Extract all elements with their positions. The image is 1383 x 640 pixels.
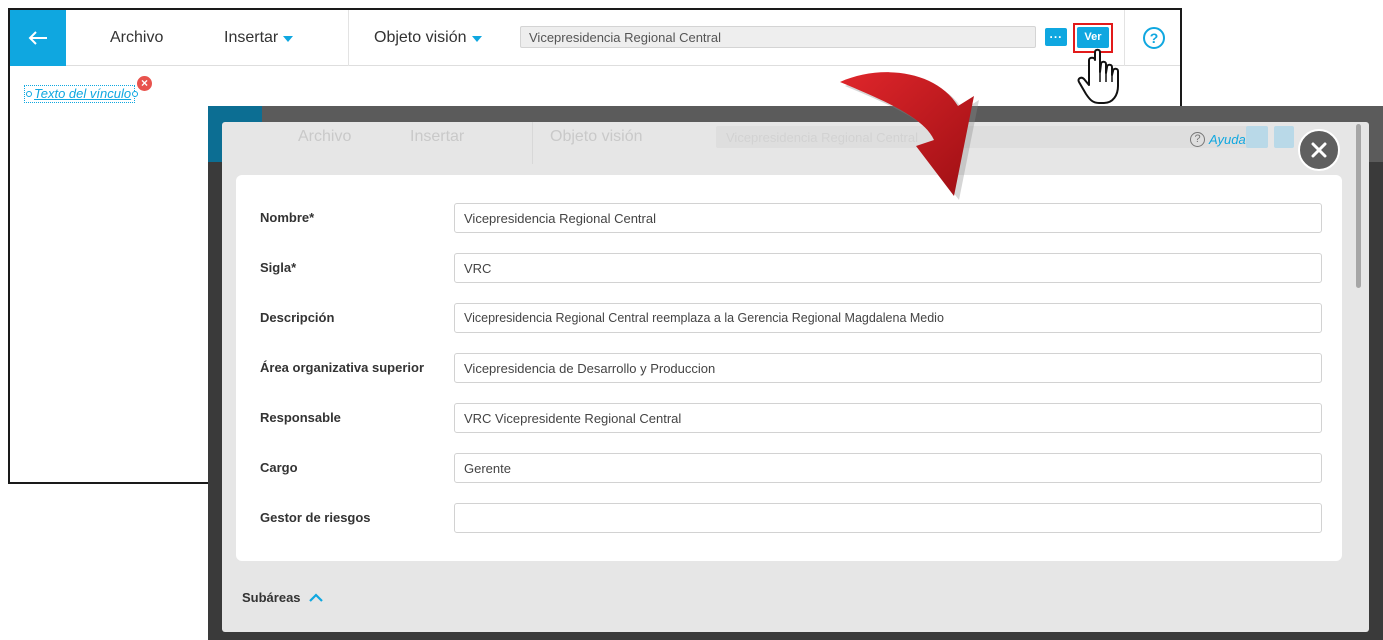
- dimmed-more-button: [1246, 126, 1268, 148]
- link-element-text: Texto del vínculo: [34, 86, 132, 101]
- field-label: Cargo: [260, 460, 298, 475]
- form-row-cargo: Cargo Gerente: [260, 453, 1326, 483]
- close-dialog-button[interactable]: [1298, 129, 1340, 171]
- field-label: Descripción: [260, 310, 335, 325]
- descripcion-field[interactable]: Vicepresidencia Regional Central reempla…: [454, 303, 1322, 333]
- dimmed-archivo-label: Archivo: [298, 128, 352, 145]
- caret-down-icon: [283, 36, 294, 42]
- field-label: Responsable: [260, 410, 341, 425]
- subareas-label: Subáreas: [242, 590, 301, 605]
- arrow-left-icon: [28, 31, 47, 45]
- subareas-section-toggle[interactable]: Subáreas: [242, 590, 323, 605]
- insertar-menu-label: Insertar: [224, 29, 279, 46]
- form-row-sigla: Sigla* VRC: [260, 253, 1326, 283]
- link-handle-right[interactable]: [132, 91, 139, 97]
- link-element[interactable]: Texto del vínculo: [24, 85, 139, 103]
- dimmed-insertar-label: Insertar: [410, 128, 465, 145]
- back-button[interactable]: [10, 10, 66, 66]
- vision-object-select[interactable]: Vicepresidencia Regional Central: [520, 26, 1036, 48]
- dialog-scrollbar-thumb[interactable]: [1356, 124, 1361, 288]
- link-handle-left[interactable]: [26, 91, 32, 97]
- chevron-up-icon: [308, 593, 323, 602]
- form-row-responsable: Responsable VRC Vicepresidente Regional …: [260, 403, 1326, 433]
- insertar-menu[interactable]: Insertar: [224, 10, 294, 66]
- ayuda-link[interactable]: ? Ayuda: [1190, 132, 1246, 147]
- ayuda-label: Ayuda: [1209, 132, 1246, 147]
- objeto-vision-menu[interactable]: Objeto visión: [374, 10, 482, 66]
- dimmed-objeto-vision-label: Objeto visión: [550, 128, 643, 145]
- more-options-button[interactable]: ...: [1045, 28, 1067, 46]
- caret-down-icon: [471, 36, 482, 42]
- dimmed-ver-button: [1274, 126, 1294, 148]
- area-form-card: Nombre* Vicepresidencia Regional Central…: [236, 175, 1342, 561]
- curved-arrow-icon: [840, 72, 979, 200]
- archivo-menu-label: Archivo: [110, 29, 164, 46]
- responsable-field[interactable]: VRC Vicepresidente Regional Central: [454, 403, 1322, 433]
- remove-link-button[interactable]: ×: [137, 76, 152, 91]
- toolbar: Archivo Insertar Objeto visión Vicepresi…: [10, 10, 1180, 66]
- ver-button[interactable]: Ver: [1077, 27, 1109, 48]
- area-detail-dialog: Archivo Insertar Objeto visión Vicepresi…: [222, 122, 1369, 632]
- toolbar-divider: [348, 10, 349, 66]
- vision-object-select-value: Vicepresidencia Regional Central: [529, 30, 721, 45]
- hand-pointer-icon: [1077, 48, 1119, 104]
- field-label: Gestor de riesgos: [260, 510, 371, 525]
- field-label: Nombre*: [260, 210, 315, 225]
- gestor-riesgos-field[interactable]: [454, 503, 1322, 533]
- field-label: Área organizativa superior: [260, 360, 424, 375]
- dimmed-divider: [532, 122, 533, 164]
- area-superior-field[interactable]: Vicepresidencia de Desarrollo y Producci…: [454, 353, 1322, 383]
- detail-overlay: Archivo Insertar Objeto visión Vicepresi…: [208, 106, 1383, 640]
- close-icon: [1311, 142, 1327, 158]
- sigla-field[interactable]: VRC: [454, 253, 1322, 283]
- form-row-nombre: Nombre* Vicepresidencia Regional Central: [260, 203, 1326, 233]
- cargo-field[interactable]: Gerente: [454, 453, 1322, 483]
- form-row-area-superior: Área organizativa superior Vicepresidenc…: [260, 353, 1326, 383]
- field-label: Sigla*: [260, 260, 297, 275]
- form-row-descripcion: Descripción Vicepresidencia Regional Cen…: [260, 303, 1326, 333]
- form-row-gestor-riesgos: Gestor de riesgos: [260, 503, 1326, 533]
- nombre-field[interactable]: Vicepresidencia Regional Central: [454, 203, 1322, 233]
- help-icon: ?: [1190, 132, 1205, 147]
- dimmed-vision-object-select: Vicepresidencia Regional Central: [716, 126, 1268, 148]
- objeto-vision-menu-label: Objeto visión: [374, 29, 467, 46]
- archivo-menu[interactable]: Archivo: [110, 10, 163, 66]
- help-icon[interactable]: ?: [1143, 27, 1165, 49]
